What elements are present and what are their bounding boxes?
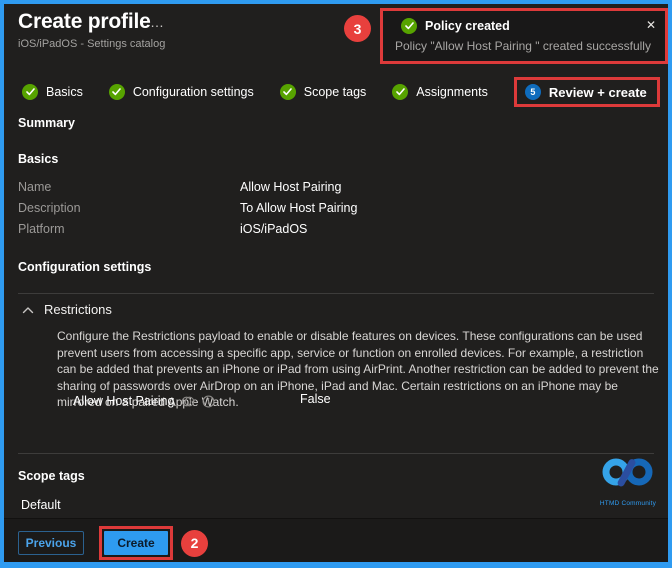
configuration-settings-heading: Configuration settings	[18, 260, 152, 274]
restrictions-group-label: Restrictions	[44, 302, 112, 317]
tab-label: Scope tags	[303, 85, 367, 99]
tab-label: Basics	[46, 85, 83, 99]
basics-row-description: Description To Allow Host Pairing	[18, 201, 578, 215]
restrictions-group-toggle[interactable]: Restrictions	[22, 302, 112, 317]
setting-label: Allow Host Pairing	[73, 394, 175, 408]
tab-label: Assignments	[416, 85, 488, 99]
basics-heading: Basics	[18, 152, 59, 166]
success-check-icon	[401, 18, 417, 34]
scope-tag-value: Default	[21, 498, 61, 512]
copy-setting-icon[interactable]	[181, 395, 195, 408]
basics-row-platform: Platform iOS/iPadOS	[18, 222, 578, 236]
completed-check-icon	[279, 84, 296, 100]
toast-message: Policy "Allow Host Pairing " created suc…	[395, 39, 651, 53]
previous-button[interactable]: Previous	[18, 531, 84, 555]
row-label: Platform	[18, 222, 65, 236]
wizard-footer: Previous Create 2	[4, 518, 668, 562]
tab-review-create[interactable]: 5 Review + create	[524, 84, 647, 100]
summary-heading: Summary	[18, 116, 75, 130]
basics-row-name: Name Allow Host Pairing	[18, 180, 578, 194]
tab-configuration-settings[interactable]: Configuration settings	[108, 84, 254, 100]
chevron-up-icon	[22, 306, 34, 314]
tab-assignments[interactable]: Assignments	[392, 84, 488, 100]
completed-check-icon	[22, 84, 38, 100]
more-options-icon[interactable]: …	[150, 14, 165, 30]
page-subtitle: iOS/iPadOS - Settings catalog	[18, 38, 166, 50]
divider	[18, 293, 654, 294]
annotation-badge-3: 3	[344, 15, 371, 42]
htmd-logo-icon	[602, 458, 653, 487]
completed-check-icon	[392, 84, 409, 100]
tab-label: Review + create	[548, 84, 647, 100]
row-value: To Allow Host Pairing	[240, 201, 358, 215]
row-label: Name	[18, 180, 52, 194]
page-title: Create profile	[18, 10, 151, 33]
annotation-badge-2: 2	[181, 529, 208, 557]
row-value: iOS/iPadOS	[240, 222, 308, 236]
annotation-box-review-create: 5 Review + create	[513, 77, 660, 107]
create-button-area: Create 2	[99, 526, 208, 560]
create-profile-window: Create profile … iOS/iPadOS - Settings c…	[0, 0, 672, 568]
toast-close-icon[interactable]: ✕	[646, 18, 656, 32]
tab-basics[interactable]: Basics	[22, 84, 83, 100]
tab-label: Configuration settings	[132, 85, 254, 99]
htmd-logo-label: HTMD Community	[599, 500, 657, 507]
info-icon[interactable]	[202, 395, 215, 408]
wizard-steps: Basics Configuration settings Scope tags…	[22, 76, 668, 108]
scope-tags-heading: Scope tags	[18, 469, 85, 483]
row-value: Allow Host Pairing	[240, 180, 342, 194]
toast-title: Policy created	[425, 19, 510, 33]
tab-scope-tags[interactable]: Scope tags	[279, 84, 367, 100]
create-button[interactable]: Create	[104, 531, 168, 555]
setting-row-allow-host-pairing: Allow Host Pairing	[73, 394, 215, 408]
htmd-community-logo: HTMD Community	[595, 456, 661, 507]
completed-check-icon	[108, 84, 125, 100]
annotation-box-create: Create	[99, 526, 173, 560]
step-number-badge: 5	[524, 84, 541, 100]
row-label: Description	[18, 201, 81, 215]
policy-created-toast: Policy created ✕ Policy "Allow Host Pair…	[380, 8, 668, 64]
divider	[18, 453, 654, 454]
setting-value: False	[300, 392, 331, 406]
